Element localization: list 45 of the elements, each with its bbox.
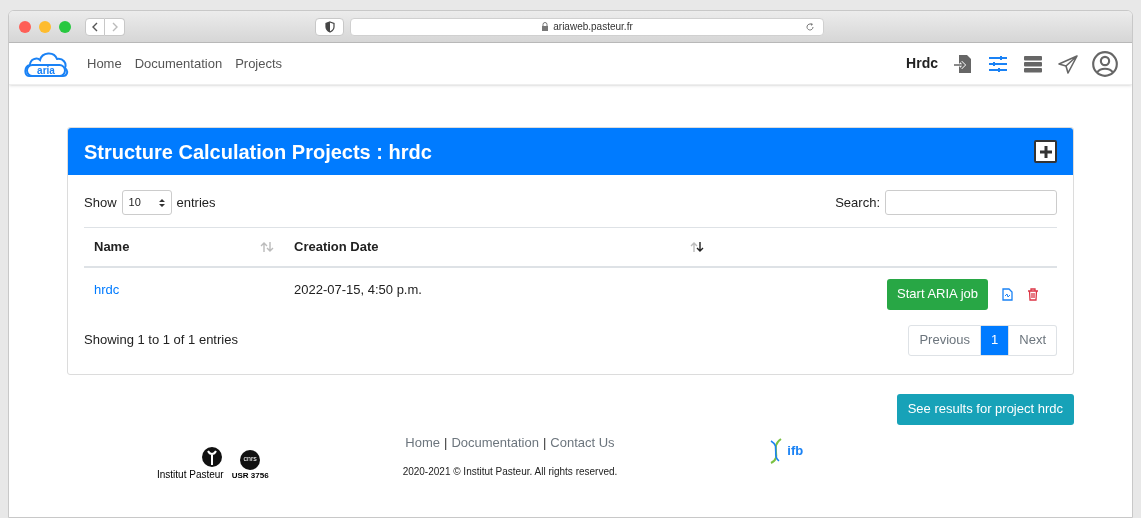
footer-link[interactable]: Documentation bbox=[451, 432, 539, 452]
nav-link[interactable]: Home bbox=[87, 53, 122, 74]
address-bar[interactable]: ariaweb.pasteur.fr bbox=[350, 17, 824, 36]
table-info: Showing 1 to 1 of 1 entries bbox=[84, 331, 238, 350]
search-label: Search: bbox=[835, 193, 880, 212]
table-cell: 2022-07-15, 4:50 p.m. bbox=[284, 266, 714, 311]
trash-icon[interactable] bbox=[1027, 287, 1039, 301]
nav-link[interactable]: Documentation bbox=[134, 53, 223, 74]
show-label: Show bbox=[84, 193, 117, 212]
document-icon[interactable] bbox=[1002, 287, 1013, 301]
footer-link[interactable]: Contact Us bbox=[550, 432, 615, 452]
user-name: Hrdc bbox=[906, 54, 938, 73]
paper-plane-icon[interactable] bbox=[1057, 52, 1079, 75]
column-header[interactable]: Name bbox=[94, 237, 130, 257]
see-results-button[interactable]: See results for project hrdc bbox=[896, 393, 1074, 425]
select-arrows-icon bbox=[158, 197, 165, 208]
pasteur-emblem-icon bbox=[199, 446, 224, 467]
search-field[interactable] bbox=[885, 190, 1057, 215]
entries-select[interactable]: 10 bbox=[121, 190, 172, 215]
plus-icon bbox=[1038, 144, 1053, 159]
column-header[interactable]: Creation Date bbox=[294, 237, 379, 257]
pasteur-logo-text: Institut Pasteur bbox=[157, 467, 224, 482]
file-import-icon[interactable] bbox=[952, 52, 974, 75]
entries-label: entries bbox=[176, 193, 216, 212]
lock-icon bbox=[541, 22, 550, 31]
separator: | bbox=[444, 433, 448, 452]
start-job-button[interactable]: Start ARIA job bbox=[887, 278, 988, 310]
sort-icon[interactable] bbox=[690, 240, 704, 253]
ifb-logo-text: ifb bbox=[787, 441, 804, 460]
url-text: ariaweb.pasteur.fr bbox=[553, 20, 633, 34]
shield-icon bbox=[324, 20, 335, 33]
nav-link[interactable]: Projects bbox=[235, 53, 283, 74]
pagination-button[interactable]: 1 bbox=[981, 324, 1010, 356]
add-project-button[interactable] bbox=[1034, 140, 1057, 163]
separator: | bbox=[542, 433, 547, 452]
privacy-shield-button[interactable] bbox=[315, 17, 344, 36]
unit-text: USR 3756 bbox=[231, 469, 269, 482]
copyright-text: 2020-2021 © Institut Pasteur. All rights reserved. bbox=[402, 465, 618, 479]
back-button[interactable] bbox=[85, 17, 105, 36]
footer-link[interactable]: Home bbox=[405, 432, 441, 452]
card-title: Structure Calculation Projects : hrdc bbox=[84, 139, 432, 165]
close-window-button[interactable] bbox=[19, 20, 31, 33]
reload-icon[interactable] bbox=[805, 21, 815, 32]
project-link[interactable]: hrdc bbox=[94, 281, 120, 297]
account-icon[interactable] bbox=[1092, 50, 1118, 77]
